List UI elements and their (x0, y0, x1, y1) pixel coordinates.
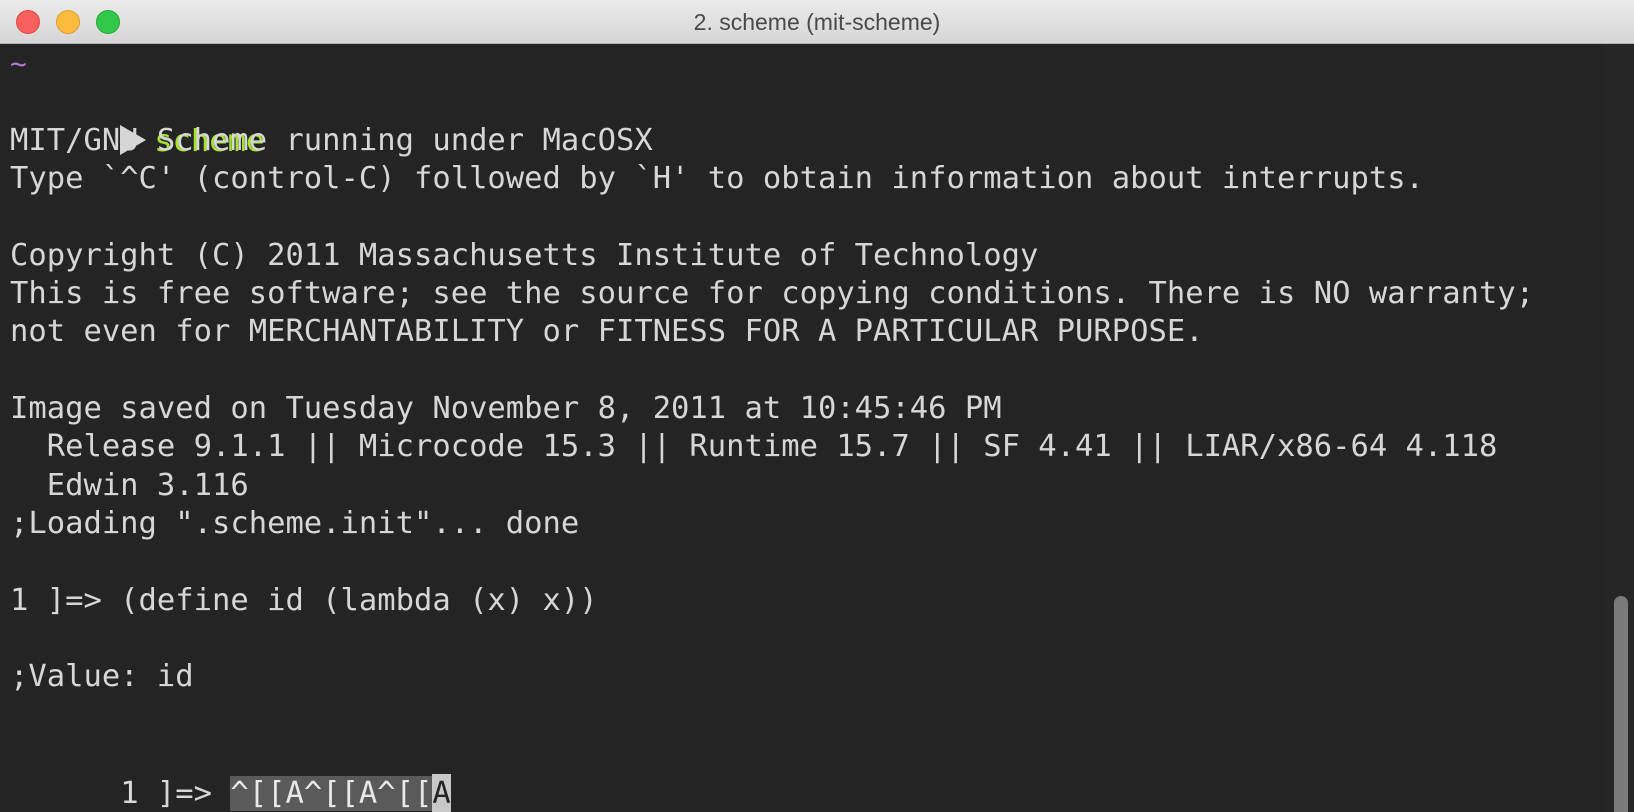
title-bar[interactable]: 2. scheme (mit-scheme) (0, 0, 1634, 44)
cwd-tilde: ~ (10, 47, 27, 80)
output-line: This is free software; see the source fo… (10, 276, 1535, 311)
output-line: Type `^C' (control-C) followed by `H' to… (10, 161, 1424, 196)
text-cursor: A (432, 774, 451, 812)
output-line: ;Loading ".scheme.init"... done (10, 506, 580, 541)
output-line: Copyright (C) 2011 Massachusetts Institu… (10, 238, 1039, 273)
output-line: MIT/GNU Scheme running under MacOSX (10, 123, 653, 158)
terminal-window: 2. scheme (mit-scheme) ~ scheme MIT/GNU … (0, 0, 1634, 812)
scrollbar[interactable] (1604, 44, 1634, 812)
repl-current-line[interactable]: 1 ]=> ^[[A^[[A^[[A (10, 734, 451, 812)
terminal-output[interactable]: ~ scheme MIT/GNU Scheme running under Ma… (0, 44, 1634, 812)
repl-prompt: 1 ]=> (120, 776, 231, 811)
output-line: Release 9.1.1 || Microcode 15.3 || Runti… (10, 429, 1498, 464)
output-line: not even for MERCHANTABILITY or FITNESS … (10, 314, 1204, 349)
repl-input-selection[interactable]: ^[[A^[[A^[[ (230, 776, 433, 811)
window-title: 2. scheme (mit-scheme) (693, 9, 941, 35)
scrollbar-thumb[interactable] (1614, 596, 1628, 812)
output-line: Image saved on Tuesday November 8, 2011 … (10, 391, 1002, 426)
repl-value-line: ;Value: id (10, 659, 194, 694)
repl-input-line: 1 ]=> (define id (lambda (x) x)) (10, 583, 598, 618)
shell-prompt-line: scheme (10, 82, 264, 159)
output-line: Edwin 3.116 (10, 468, 249, 503)
